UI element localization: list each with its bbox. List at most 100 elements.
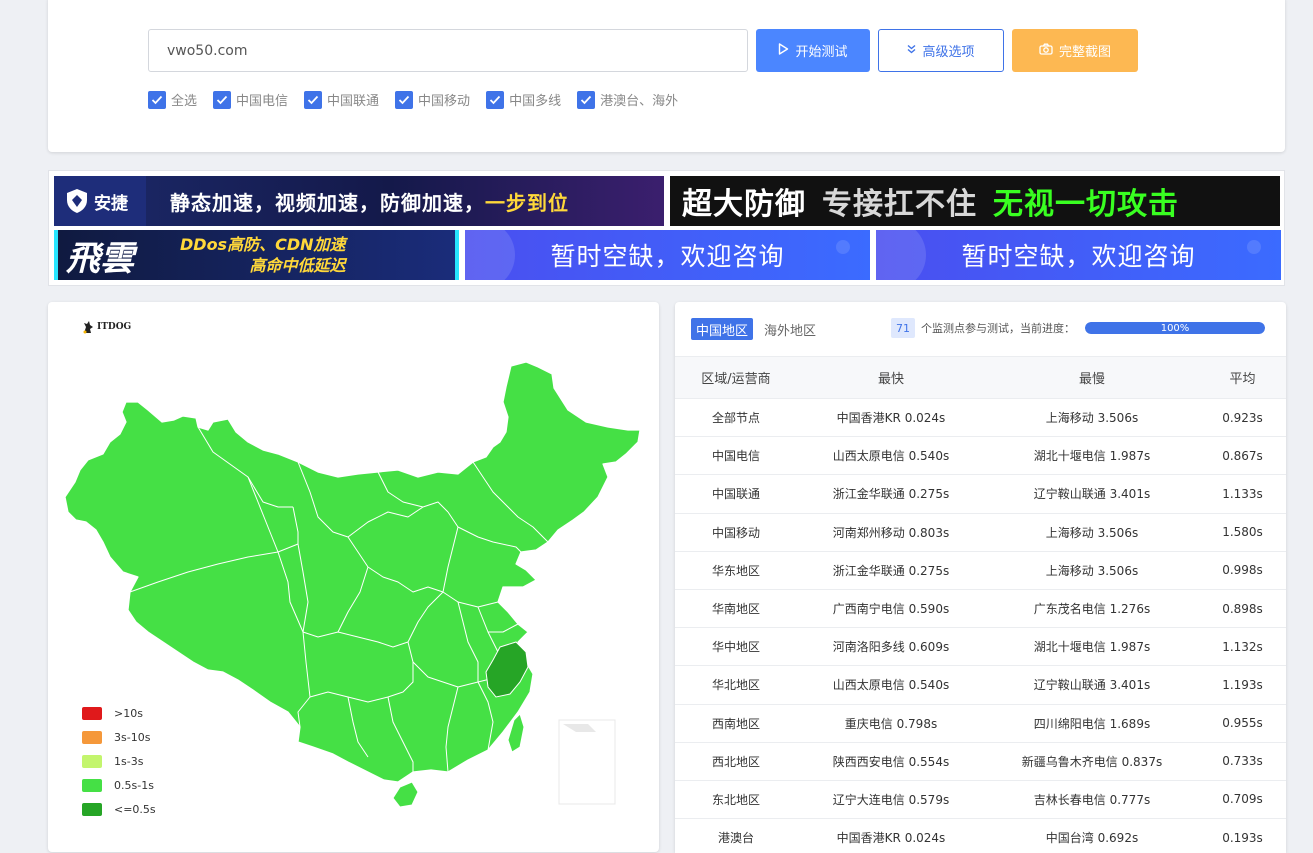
- column-header-region: 区域/运营商: [675, 356, 797, 399]
- cell-region: 中国移动: [675, 513, 797, 552]
- cell-slowest: 四川绵阳电信 1.689s: [985, 704, 1199, 743]
- cell-region: 港澳台: [675, 818, 797, 853]
- filter-label: 中国多线: [509, 94, 562, 109]
- filter-telecom[interactable]: 中国电信: [213, 90, 288, 109]
- ad-vacant-2[interactable]: 暂时空缺，欢迎咨询: [876, 230, 1281, 280]
- ad-vacant-1[interactable]: 暂时空缺，欢迎咨询: [465, 230, 870, 280]
- anjie-logo: 安捷: [54, 176, 146, 226]
- cell-fastest: 陕西西安电信 0.554s: [797, 742, 985, 781]
- filter-overseas[interactable]: 港澳台、海外: [577, 90, 678, 109]
- cell-slowest: 辽宁鞍山联通 3.401s: [985, 665, 1199, 705]
- cell-region: 华南地区: [675, 589, 797, 629]
- ad-defense-part3: 无视一切攻击: [993, 187, 1179, 222]
- cell-slowest: 广东茂名电信 1.276s: [985, 589, 1199, 629]
- table-row: 中国联通 浙江金华联通 0.275s 辽宁鞍山联通 3.401s 1.133s: [675, 474, 1286, 514]
- table-row: 西南地区 重庆电信 0.798s 四川绵阳电信 1.689s 0.955s: [675, 704, 1286, 743]
- double-chevron-down-icon: [907, 43, 916, 58]
- search-card: 开始测试 高级选项 完整截图 全选 中国电信 中国联通 中国移动: [48, 0, 1285, 152]
- legend-swatch: [82, 802, 102, 816]
- filter-select-all[interactable]: 全选: [148, 90, 197, 109]
- column-header-slowest: 最慢: [985, 356, 1199, 399]
- ad-feiyun-line2: 高命中低延迟: [249, 256, 346, 275]
- checkbox-checked-icon[interactable]: [577, 90, 596, 109]
- legend-swatch: [82, 778, 102, 792]
- hainan-island[interactable]: [392, 781, 419, 808]
- cell-region: 华中地区: [675, 627, 797, 667]
- table-header-row: 区域/运营商 最快 最慢 平均: [675, 356, 1286, 399]
- cell-average: 0.923s: [1199, 398, 1286, 438]
- cell-slowest: 上海移动 3.506s: [985, 513, 1199, 552]
- cell-fastest: 广西南宁电信 0.590s: [797, 589, 985, 629]
- table-row: 东北地区 辽宁大连电信 0.579s 吉林长春电信 0.777s 0.709s: [675, 780, 1286, 820]
- checkbox-checked-icon[interactable]: [148, 90, 166, 109]
- tab-china[interactable]: 中国地区: [691, 318, 754, 340]
- cell-slowest: 中国台湾 0.692s: [985, 818, 1199, 853]
- cell-average: 1.193s: [1199, 665, 1286, 705]
- table-row: 华北地区 山西太原电信 0.540s 辽宁鞍山联通 3.401s 1.193s: [675, 665, 1286, 705]
- advanced-options-label: 高级选项: [922, 45, 975, 60]
- column-header-fastest: 最快: [797, 356, 985, 399]
- cell-fastest: 山西太原电信 0.540s: [797, 436, 985, 476]
- filter-mobile[interactable]: 中国移动: [395, 90, 470, 109]
- legend-item: 1s-3s: [82, 754, 156, 768]
- checkbox-checked-icon[interactable]: [304, 90, 323, 109]
- cell-slowest: 上海移动 3.506s: [985, 398, 1199, 438]
- ad-feiyun-line1: DDos高防、CDN加速: [180, 235, 346, 254]
- feiyun-logo: 飛雲: [66, 238, 134, 279]
- advanced-options-button[interactable]: 高级选项: [878, 29, 1004, 72]
- cell-fastest: 辽宁大连电信 0.579s: [797, 780, 985, 820]
- table-row: 港澳台 中国香港KR 0.024s 中国台湾 0.692s 0.193s: [675, 818, 1286, 853]
- camera-icon: [1039, 43, 1053, 59]
- cell-region: 西北地区: [675, 742, 797, 781]
- cell-fastest: 浙江金华联通 0.275s: [797, 551, 985, 590]
- ad-anjie[interactable]: 安捷 静态加速，视频加速，防御加速，一步到位: [54, 176, 664, 226]
- south-sea-inset: [558, 719, 616, 805]
- table-row: 全部节点 中国香港KR 0.024s 上海移动 3.506s 0.923s: [675, 398, 1286, 438]
- checkbox-checked-icon[interactable]: [395, 90, 414, 109]
- tab-overseas[interactable]: 海外地区: [759, 318, 821, 340]
- ad-defense-part2: 专接扛不住: [822, 187, 977, 222]
- cell-region: 中国联通: [675, 474, 797, 514]
- url-input[interactable]: [148, 29, 748, 72]
- full-screenshot-label: 完整截图: [1058, 45, 1111, 60]
- legend-item: <=0.5s: [82, 802, 156, 816]
- ad-defense[interactable]: 超大防御 专接扛不住 无视一切攻击: [670, 176, 1280, 226]
- cell-region: 华北地区: [675, 665, 797, 705]
- shield-icon: [67, 189, 87, 213]
- filter-label: 中国联通: [327, 94, 380, 109]
- filter-multiline[interactable]: 中国多线: [486, 90, 561, 109]
- checkbox-checked-icon[interactable]: [486, 90, 505, 109]
- start-test-button[interactable]: 开始测试: [756, 29, 870, 72]
- progress-info: 71 个监测点参与测试，当前进度： 100%: [891, 318, 1265, 338]
- legend-swatch: [82, 706, 102, 720]
- cell-average: 1.132s: [1199, 627, 1286, 667]
- cell-region: 华东地区: [675, 551, 797, 590]
- cell-average: 0.998s: [1199, 551, 1286, 590]
- progress-bar: 100%: [1085, 322, 1265, 334]
- cell-slowest: 上海移动 3.506s: [985, 551, 1199, 590]
- results-table: 区域/运营商 最快 最慢 平均 全部节点 中国香港KR 0.024s 上海移动 3.…: [675, 356, 1286, 853]
- table-row: 中国移动 河南郑州移动 0.803s 上海移动 3.506s 1.580s: [675, 513, 1286, 552]
- filter-unicom[interactable]: 中国联通: [304, 90, 379, 109]
- cell-slowest: 湖北十堰电信 1.987s: [985, 627, 1199, 667]
- cell-slowest: 湖北十堰电信 1.987s: [985, 436, 1199, 476]
- column-header-average: 平均: [1199, 356, 1286, 399]
- progress-info-text: 个监测点参与测试，当前进度：: [921, 322, 1075, 335]
- cell-fastest: 河南郑州移动 0.803s: [797, 513, 985, 552]
- ad-vacant-text: 暂时空缺，欢迎咨询: [961, 242, 1196, 271]
- cell-average: 1.580s: [1199, 513, 1286, 552]
- table-row: 华东地区 浙江金华联通 0.275s 上海移动 3.506s 0.998s: [675, 551, 1286, 590]
- results-card: 中国地区 海外地区 71 个监测点参与测试，当前进度： 100% 区域/运营商 …: [675, 302, 1286, 853]
- cell-fastest: 河南洛阳多线 0.609s: [797, 627, 985, 667]
- ad-feiyun[interactable]: 飛雲 DDos高防、CDN加速 高命中低延迟: [54, 230, 459, 280]
- table-row: 华南地区 广西南宁电信 0.590s 广东茂名电信 1.276s 0.898s: [675, 589, 1286, 629]
- start-test-label: 开始测试: [795, 45, 848, 60]
- legend-swatch: [82, 754, 102, 768]
- full-screenshot-button[interactable]: 完整截图: [1012, 29, 1138, 72]
- cell-average: 0.193s: [1199, 818, 1286, 853]
- checkbox-checked-icon[interactable]: [213, 90, 232, 109]
- table-row: 西北地区 陕西西安电信 0.554s 新疆乌鲁木齐电信 0.837s 0.733s: [675, 742, 1286, 781]
- filter-label: 中国电信: [236, 94, 289, 109]
- isp-filter-group: 全选 中国电信 中国联通 中国移动 中国多线 港澳台、海外: [148, 90, 678, 109]
- cell-region: 全部节点: [675, 398, 797, 438]
